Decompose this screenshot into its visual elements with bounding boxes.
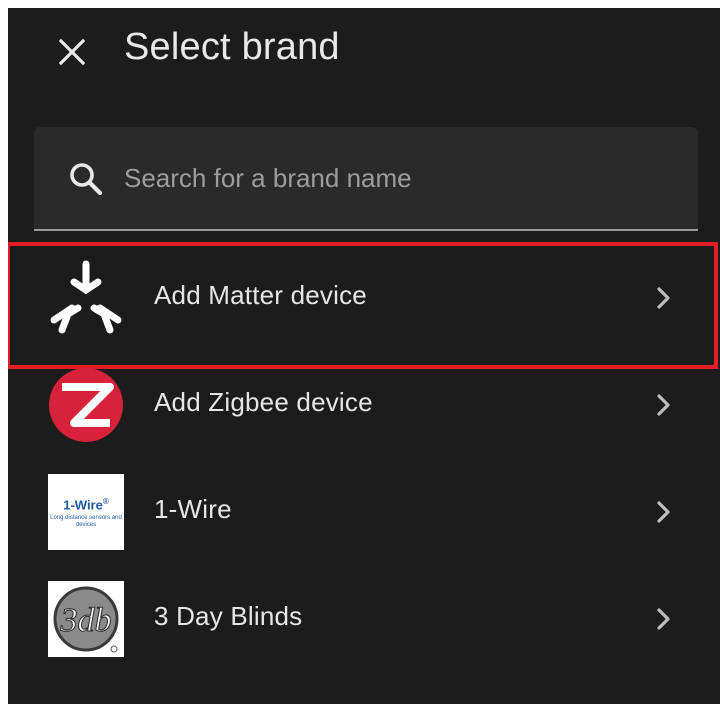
one-wire-logo: 1-Wire® Long distance sensors and device… (48, 474, 124, 550)
list-item-zigbee[interactable]: Add Zigbee device (8, 351, 720, 458)
list-item-three-day-blinds[interactable]: 3db 3 Day Blinds (8, 565, 720, 672)
one-wire-logo-mark: ® (102, 496, 109, 506)
select-brand-dialog: Select brand Search for a brand name Add… (8, 8, 720, 704)
one-wire-logo-subtext: Long distance sensors and devices (50, 515, 122, 529)
brand-label: Add Matter device (154, 280, 367, 310)
svg-text:3db: 3db (60, 602, 112, 639)
chevron-right-icon (657, 287, 670, 309)
chevron-right-icon (657, 501, 670, 523)
close-button[interactable] (52, 32, 92, 72)
brand-label: 3 Day Blinds (154, 601, 303, 631)
chevron-right-icon (657, 394, 670, 416)
brand-list: Add Matter device Add Zigbee device 1-Wi… (8, 242, 720, 672)
one-wire-logo-text: 1-Wire (63, 497, 103, 513)
dialog-header: Select brand (8, 8, 720, 98)
zigbee-logo (48, 367, 124, 443)
matter-logo (48, 260, 124, 336)
list-item-one-wire[interactable]: 1-Wire® Long distance sensors and device… (8, 458, 720, 565)
three-day-blinds-logo: 3db (48, 581, 124, 657)
brand-label: 1-Wire (154, 494, 232, 524)
list-item-matter[interactable]: Add Matter device (8, 242, 720, 369)
page-title: Select brand (124, 26, 340, 68)
brand-label: Add Zigbee device (154, 387, 373, 417)
search-field[interactable] (34, 127, 698, 231)
close-icon (58, 38, 86, 66)
search-input[interactable] (122, 155, 666, 201)
chevron-right-icon (657, 608, 670, 630)
search-icon (70, 163, 103, 196)
